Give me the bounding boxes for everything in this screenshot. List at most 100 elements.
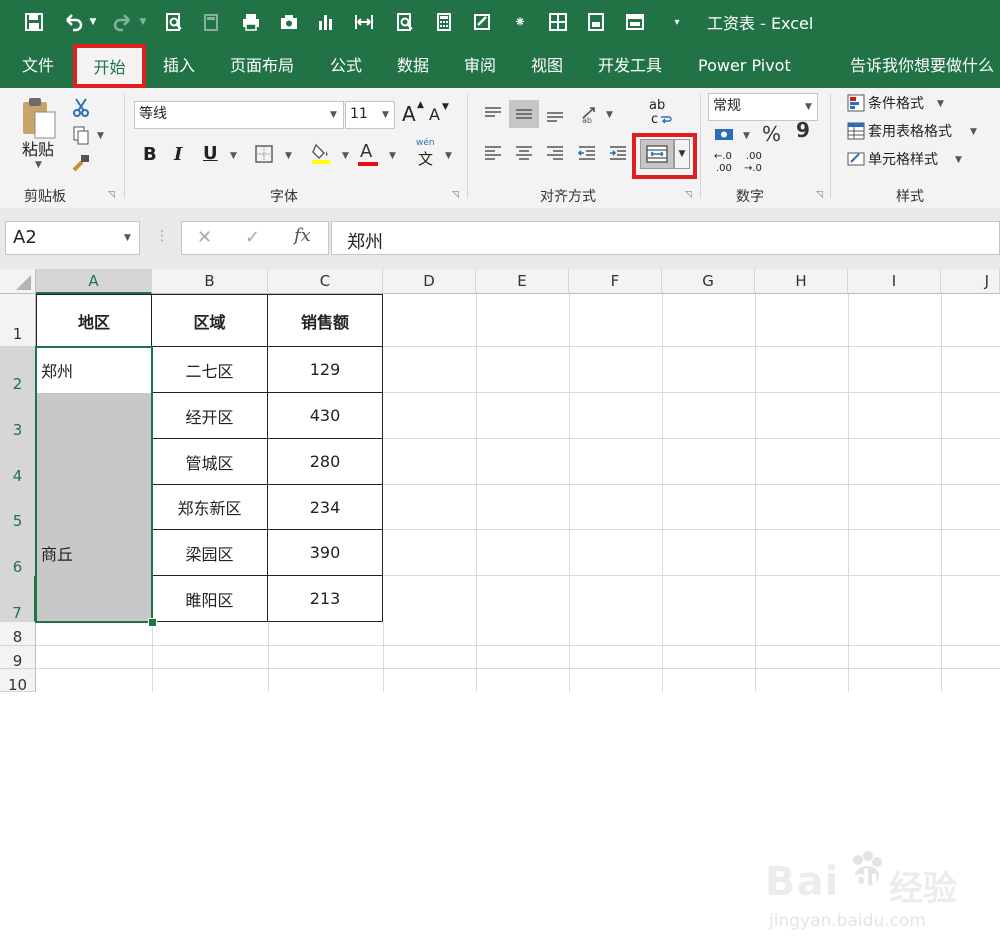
redo-icon[interactable] xyxy=(110,9,136,35)
row-header-3[interactable]: 3 xyxy=(0,393,36,439)
cell-a7[interactable] xyxy=(36,576,152,622)
italic-button[interactable]: I xyxy=(174,144,182,165)
worksheet-grid[interactable]: A B C D E F G H I J 1 2 3 4 5 6 7 8 9 10… xyxy=(0,269,1000,931)
col-header-h[interactable]: H xyxy=(755,269,848,294)
format-painter-icon[interactable] xyxy=(70,152,92,174)
paste-button[interactable]: 粘贴 xyxy=(22,136,54,160)
cell-b1[interactable]: 区域 xyxy=(151,294,268,347)
font-size-dropdown-icon[interactable]: ▼ xyxy=(382,110,389,120)
chart-icon[interactable] xyxy=(313,9,339,35)
redo-dropdown-icon[interactable]: ▼ xyxy=(136,9,150,35)
find-icon[interactable] xyxy=(392,9,418,35)
tab-formulas[interactable]: 公式 xyxy=(330,54,362,78)
undo-icon[interactable] xyxy=(60,9,86,35)
page-icon[interactable] xyxy=(583,9,609,35)
wrap-text-icon[interactable] xyxy=(659,114,673,126)
tab-page-layout[interactable]: 页面布局 xyxy=(230,54,294,78)
tab-developer[interactable]: 开发工具 xyxy=(598,54,662,78)
cell-a5[interactable] xyxy=(36,485,152,530)
conditional-format-button[interactable]: 条件格式 xyxy=(868,93,924,113)
font-color-button[interactable]: A xyxy=(360,141,372,162)
merge-center-dropdown-icon[interactable]: ▼ xyxy=(674,139,690,169)
name-box[interactable]: A2 ▼ xyxy=(5,221,140,255)
tab-home[interactable]: 开始 xyxy=(73,44,146,88)
format-as-table-icon[interactable] xyxy=(846,121,866,141)
tab-file[interactable]: 文件 xyxy=(22,54,54,78)
cell-c4[interactable]: 280 xyxy=(267,438,383,485)
undo-dropdown-icon[interactable]: ▼ xyxy=(86,9,100,35)
paste-dropdown-icon[interactable]: ▼ xyxy=(35,160,42,170)
merge-center-icon[interactable] xyxy=(640,139,674,169)
fill-color-dropdown-icon[interactable]: ▼ xyxy=(342,151,349,161)
row-header-4[interactable]: 4 xyxy=(0,439,36,485)
cell-c1[interactable]: 销售额 xyxy=(267,294,383,347)
row-header-9[interactable]: 9 xyxy=(0,646,36,670)
col-header-b[interactable]: B xyxy=(152,269,268,294)
cell-a2[interactable]: 郑州 xyxy=(36,346,152,393)
col-header-c[interactable]: C xyxy=(268,269,383,294)
customize-icon[interactable]: ▾ xyxy=(664,9,690,35)
cell-c3[interactable]: 430 xyxy=(267,392,383,439)
format-as-table-dropdown-icon[interactable]: ▼ xyxy=(970,127,977,137)
col-header-j[interactable]: J xyxy=(941,269,1000,294)
insert-function-button[interactable]: fx xyxy=(294,225,311,246)
copy-icon[interactable] xyxy=(70,124,92,146)
cell-styles-button[interactable]: 单元格样式 xyxy=(868,149,938,169)
align-middle-icon[interactable] xyxy=(509,100,539,128)
cell-c5[interactable]: 234 xyxy=(267,484,383,530)
underline-button[interactable]: U xyxy=(203,143,218,164)
col-header-d[interactable]: D xyxy=(383,269,476,294)
enter-icon[interactable]: ✓ xyxy=(245,227,260,248)
decrease-indent-icon[interactable] xyxy=(574,140,600,166)
conditional-format-icon[interactable] xyxy=(846,93,866,113)
window-icon[interactable] xyxy=(622,9,648,35)
form-icon[interactable] xyxy=(469,9,495,35)
row-header-1[interactable]: 1 xyxy=(0,294,36,347)
conditional-format-dropdown-icon[interactable]: ▼ xyxy=(937,99,944,109)
decrease-decimal-top[interactable]: .00 xyxy=(746,151,762,162)
formula-input[interactable]: 郑州 xyxy=(331,221,1000,255)
cell-a3[interactable] xyxy=(36,393,152,439)
col-header-a[interactable]: A xyxy=(36,269,152,294)
number-format-field[interactable]: 常规 xyxy=(708,93,818,121)
print-icon[interactable] xyxy=(238,9,264,35)
drag-handle-icon[interactable]: ⋮ xyxy=(155,228,169,244)
phonetic-button[interactable]: 文 xyxy=(418,148,433,169)
borders-dropdown-icon[interactable]: ▼ xyxy=(285,151,292,161)
font-name-dropdown-icon[interactable]: ▼ xyxy=(330,110,337,120)
cell-c7[interactable]: 213 xyxy=(267,575,383,622)
tab-data[interactable]: 数据 xyxy=(397,54,429,78)
number-launcher-icon[interactable]: ◹ xyxy=(816,190,823,200)
cell-c2[interactable]: 129 xyxy=(267,346,383,393)
cell-styles-dropdown-icon[interactable]: ▼ xyxy=(955,155,962,165)
tell-me-search[interactable]: 告诉我你想要做什么 xyxy=(850,54,994,78)
cell-c6[interactable]: 390 xyxy=(267,529,383,576)
select-all-corner[interactable] xyxy=(0,269,36,294)
cell-styles-icon[interactable] xyxy=(846,149,866,169)
tab-insert[interactable]: 插入 xyxy=(163,54,195,78)
decrease-decimal-bottom[interactable]: →.0 xyxy=(744,163,762,174)
calculator-icon[interactable] xyxy=(431,9,457,35)
comma-button[interactable]: 9 xyxy=(796,118,810,142)
accounting-dropdown-icon[interactable]: ▼ xyxy=(743,131,750,141)
font-launcher-icon[interactable]: ◹ xyxy=(452,190,459,200)
decrease-font-button[interactable]: A xyxy=(429,105,440,124)
increase-font-button[interactable]: A xyxy=(402,102,416,126)
phonetic-dropdown-icon[interactable]: ▼ xyxy=(445,151,452,161)
row-header-5[interactable]: 5 xyxy=(0,485,36,530)
col-header-f[interactable]: F xyxy=(569,269,662,294)
spark-icon[interactable]: ⁕ xyxy=(507,9,533,35)
font-color-dropdown-icon[interactable]: ▼ xyxy=(389,151,396,161)
increase-decimal-bottom[interactable]: .00 xyxy=(716,163,732,174)
col-header-i[interactable]: I xyxy=(848,269,941,294)
camera-icon[interactable] xyxy=(276,9,302,35)
row-header-2[interactable]: 2 xyxy=(0,347,36,393)
clipboard-launcher-icon[interactable]: ◹ xyxy=(108,190,115,200)
align-top-icon[interactable] xyxy=(478,100,508,128)
row-header-6[interactable]: 6 xyxy=(0,530,36,576)
row-header-10[interactable]: 10 xyxy=(0,669,36,694)
print-preview-icon[interactable] xyxy=(161,9,187,35)
cell-b3[interactable]: 经开区 xyxy=(151,392,268,439)
tab-view[interactable]: 视图 xyxy=(531,54,563,78)
row-header-8[interactable]: 8 xyxy=(0,622,36,646)
